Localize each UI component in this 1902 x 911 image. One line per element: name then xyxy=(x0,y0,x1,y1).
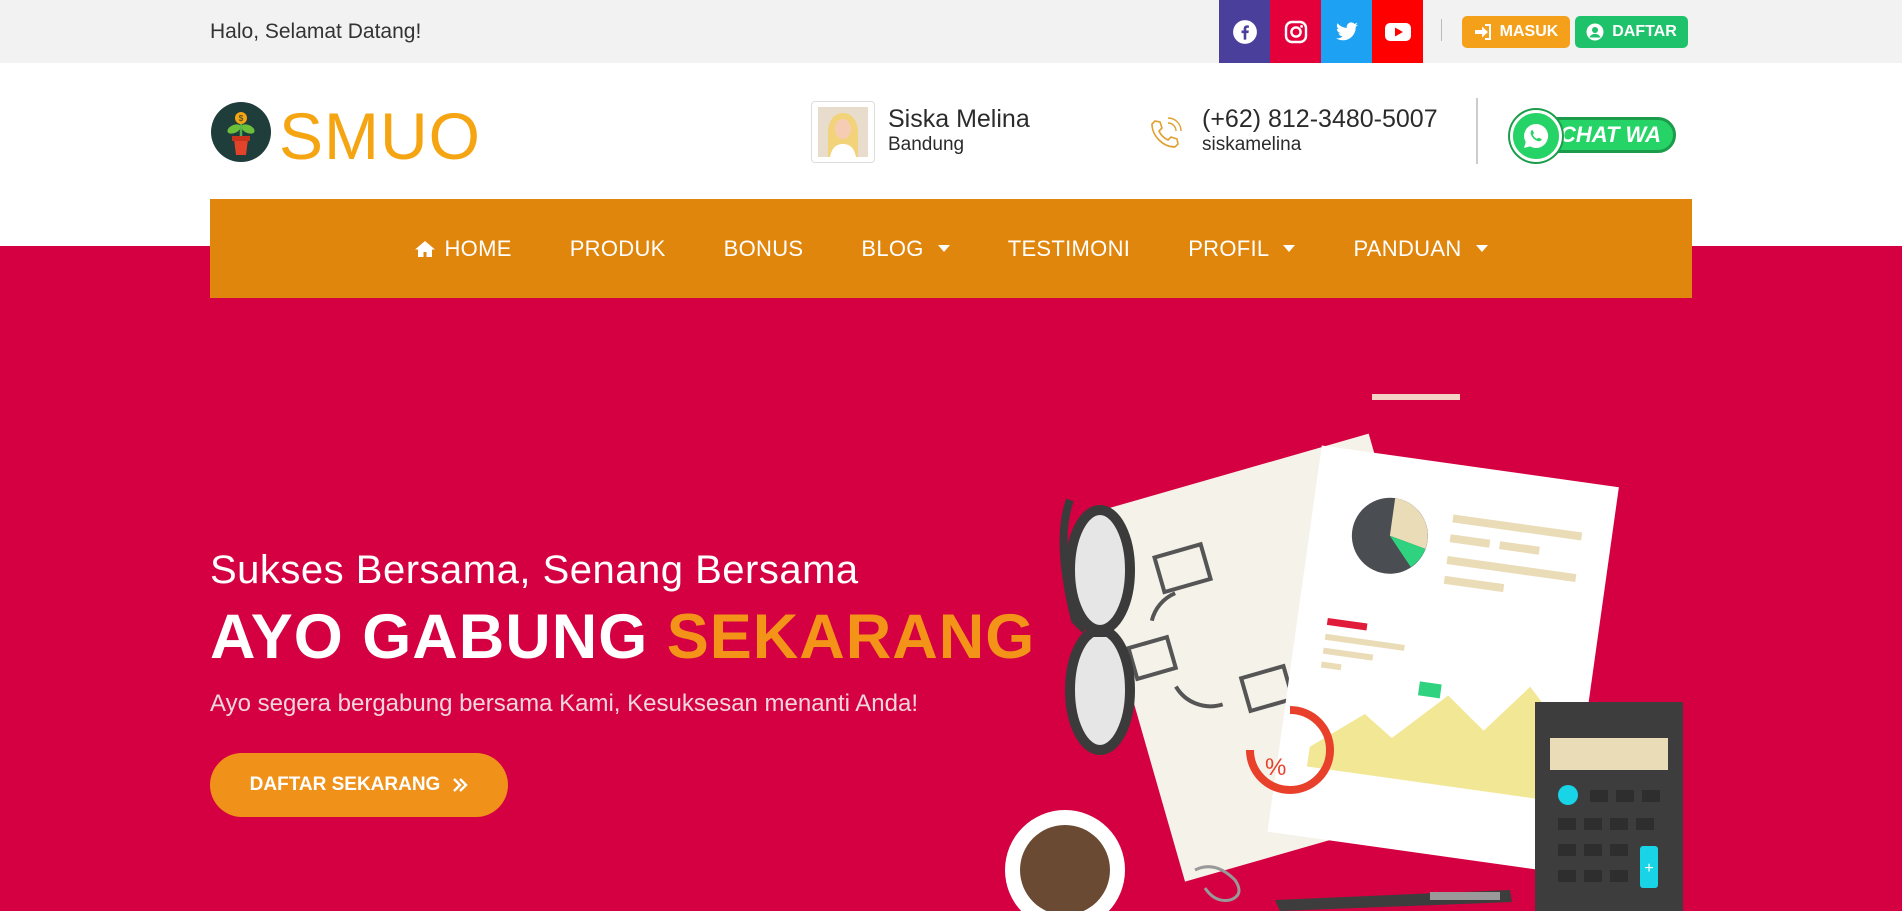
svg-text:+: + xyxy=(1644,860,1653,877)
hero-title-main: AYO GABUNG xyxy=(210,602,667,672)
whatsapp-icon xyxy=(1510,110,1562,162)
chevron-down-icon xyxy=(1283,245,1296,252)
svg-text:$: $ xyxy=(239,114,244,123)
contact-avatar xyxy=(811,101,875,163)
header-divider xyxy=(1476,98,1478,164)
facebook-icon xyxy=(1232,19,1257,44)
hero-title-highlight: SEKARANG xyxy=(666,602,1036,672)
top-bar: Halo, Selamat Datang! MASUK DAFTAR xyxy=(0,0,1902,63)
register-label: DAFTAR xyxy=(1612,23,1677,40)
hero-illustration: % + xyxy=(1005,394,1683,911)
phone-number[interactable]: (+62) 812-3480-5007 xyxy=(1202,105,1438,134)
nav-item-testimoni[interactable]: TESTIMONI xyxy=(1008,236,1130,262)
nav-label: PANDUAN xyxy=(1353,235,1462,261)
nav-item-blog[interactable]: BLOG xyxy=(861,235,950,262)
phone-icon xyxy=(1151,117,1182,148)
login-button[interactable]: MASUK xyxy=(1462,16,1570,48)
chevron-down-icon xyxy=(1475,245,1488,252)
register-now-button[interactable]: DAFTAR SEKARANG xyxy=(210,753,508,817)
nav-label: PRODUK xyxy=(569,235,666,261)
register-button[interactable]: DAFTAR xyxy=(1575,16,1688,48)
chevron-down-icon xyxy=(937,245,950,252)
svg-text:%: % xyxy=(1265,754,1286,781)
nav-label: BONUS xyxy=(723,235,804,261)
nav-label: BLOG xyxy=(861,235,924,261)
logo-link[interactable]: $ SMUO xyxy=(210,101,480,171)
greeting-text: Halo, Selamat Datang! xyxy=(210,20,422,43)
hero-description: Ayo segera bergabung bersama Kami, Kesuk… xyxy=(210,690,918,717)
hero-subtitle: Sukses Bersama, Senang Bersama xyxy=(210,548,859,592)
cta-label: DAFTAR SEKARANG xyxy=(249,774,441,795)
avatar-photo xyxy=(818,107,868,157)
facebook-link[interactable] xyxy=(1219,0,1270,63)
instagram-icon xyxy=(1284,20,1307,43)
double-chevron-right-icon xyxy=(453,778,469,792)
logo-text: SMUO xyxy=(279,99,481,173)
nav-label: HOME xyxy=(444,235,512,261)
youtube-link[interactable] xyxy=(1372,0,1423,63)
chat-whatsapp-button[interactable]: CHAT WA xyxy=(1510,110,1678,162)
nav-item-produk[interactable]: PRODUK xyxy=(570,236,666,262)
user-circle-icon xyxy=(1586,23,1604,41)
instagram-link[interactable] xyxy=(1270,0,1321,63)
twitter-link[interactable] xyxy=(1321,0,1372,63)
nav-item-home[interactable]: HOME xyxy=(414,236,511,262)
nav-item-bonus[interactable]: BONUS xyxy=(724,236,804,262)
nav-item-profil[interactable]: PROFIL xyxy=(1188,235,1296,262)
topbar-divider xyxy=(1441,19,1442,41)
nav-item-panduan[interactable]: PANDUAN xyxy=(1353,235,1488,262)
main-nav: HOME PRODUK BONUS BLOG TESTIMONI PROFIL … xyxy=(210,199,1692,298)
youtube-icon xyxy=(1384,22,1411,41)
home-icon xyxy=(415,240,436,257)
login-label: MASUK xyxy=(1499,23,1559,40)
contact-name: Siska Melina xyxy=(888,105,1030,133)
nav-label: TESTIMONI xyxy=(1007,235,1131,261)
twitter-icon xyxy=(1335,21,1358,40)
hero-title: AYO GABUNG SEKARANG xyxy=(210,606,1035,669)
logo-plant-icon: $ xyxy=(211,102,271,162)
sign-in-icon xyxy=(1474,24,1491,40)
contact-username: siskamelina xyxy=(1202,134,1302,155)
contact-city: Bandung xyxy=(888,134,965,155)
nav-label: PROFIL xyxy=(1188,235,1270,261)
